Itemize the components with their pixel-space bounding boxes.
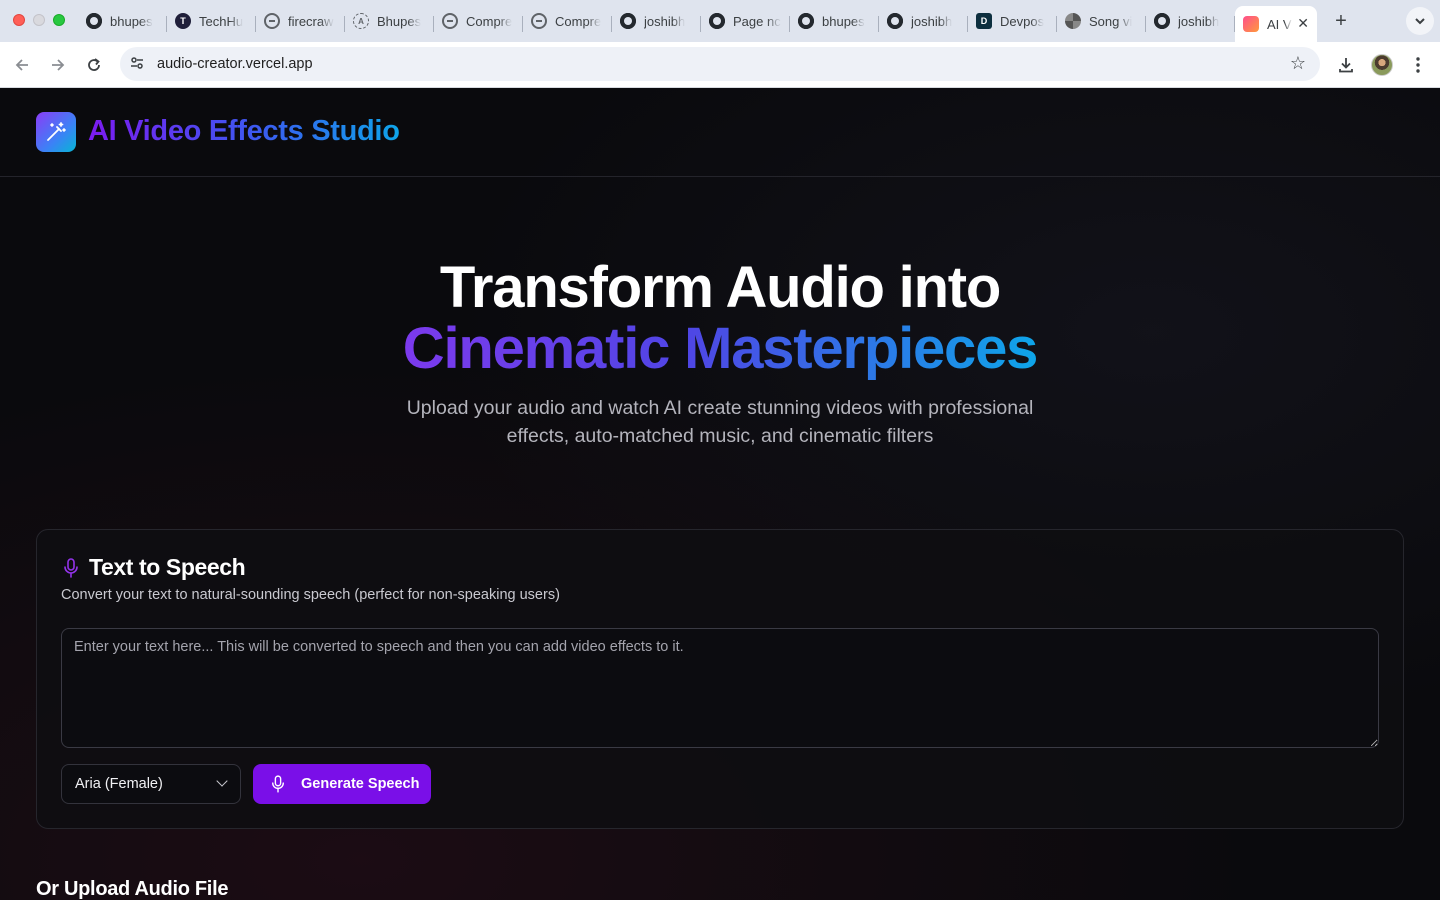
download-icon (1339, 58, 1353, 73)
browser-tab-strip: bhupes T TechHu firecraw A Bhupes Compre C… (0, 0, 1440, 42)
browser-tab[interactable]: bhupes (790, 4, 879, 38)
tab-label: Compre (555, 13, 602, 29)
avatar (1371, 54, 1393, 76)
site-header: AI Video Effects Studio (0, 88, 1440, 177)
browser-tab[interactable]: bhupes (78, 4, 167, 38)
tab-label: Song vi (1089, 13, 1133, 29)
tab-label: Compre (466, 13, 513, 29)
globe-icon (264, 13, 280, 29)
tab-label: bhupes (822, 13, 865, 29)
voice-select[interactable]: Aria (Female) (61, 764, 241, 804)
tab-label: TechHu (199, 13, 244, 29)
text-to-speech-card: Text to Speech Convert your text to natu… (36, 529, 1404, 829)
microphone-icon (272, 775, 284, 793)
tab-label: joshibh (911, 13, 953, 29)
profile-button[interactable] (1368, 51, 1396, 79)
back-button[interactable] (8, 51, 36, 79)
tab-search-button[interactable] (1406, 7, 1434, 35)
browser-tab[interactable]: firecraw (256, 4, 345, 38)
reload-icon (88, 58, 100, 71)
browser-tab[interactable]: D Devpos (968, 4, 1057, 38)
page-content: AI Video Effects Studio Transform Audio … (0, 88, 1440, 900)
tab-label: firecraw (288, 13, 334, 29)
chevron-down-icon (1415, 18, 1425, 25)
github-icon (86, 13, 102, 29)
hero-gradient-text: Cinematic Masterpieces (402, 316, 1039, 381)
globe-icon (442, 13, 458, 29)
globe-icon (531, 13, 547, 29)
site-title[interactable]: AI Video Effects Studio (88, 115, 400, 148)
browser-toolbar: audio-creator.vercel.app ☆ (0, 42, 1440, 88)
browser-tab[interactable]: Compre (523, 4, 612, 38)
reload-button[interactable] (80, 51, 108, 79)
url-text[interactable]: audio-creator.vercel.app (157, 56, 313, 72)
tab-label: Page nc (733, 13, 781, 29)
magic-wand-icon[interactable] (36, 112, 76, 152)
generate-speech-button[interactable]: Generate Speech (253, 764, 431, 804)
tab-label: bhupes (110, 13, 153, 29)
new-tab-button[interactable]: + (1327, 10, 1355, 33)
browser-tab[interactable]: Page nc (701, 4, 790, 38)
browser-tab-active[interactable]: AI V ✕ (1235, 6, 1317, 42)
tab-label: Bhupes (377, 13, 422, 29)
arrow-right-icon (52, 59, 65, 71)
microphone-icon (64, 558, 78, 578)
github-icon (887, 13, 903, 29)
hero-heading-line2: Cinematic Masterpieces (0, 316, 1440, 382)
hero-heading-line1: Transform Audio into (439, 255, 1001, 320)
browser-tab[interactable]: joshibh (1146, 4, 1235, 38)
github-icon (709, 13, 725, 29)
browser-tab[interactable]: Compre (434, 4, 523, 38)
app-favicon-icon (1243, 16, 1259, 32)
hero-subtitle: Upload your audio and watch AI create st… (406, 397, 1034, 447)
browser-tab[interactable]: A Bhupes (345, 4, 434, 38)
address-bar[interactable]: audio-creator.vercel.app ☆ (120, 47, 1320, 81)
github-icon (620, 13, 636, 29)
openai-icon (1065, 13, 1081, 29)
browser-tab[interactable]: joshibh (612, 4, 701, 38)
minimize-window-button[interactable] (33, 14, 45, 26)
loading-icon: A (353, 13, 369, 29)
browser-tab[interactable]: Song vi (1057, 4, 1146, 38)
close-tab-icon[interactable]: ✕ (1297, 15, 1309, 32)
bookmark-star-icon[interactable]: ☆ (1290, 53, 1306, 74)
close-window-button[interactable] (13, 14, 25, 26)
arrow-left-icon (15, 59, 28, 71)
tab-list: bhupes T TechHu firecraw A Bhupes Compre C… (78, 0, 1355, 42)
maximize-window-button[interactable] (53, 14, 65, 26)
browser-tab[interactable]: T TechHu (167, 4, 256, 38)
downloads-button[interactable] (1332, 51, 1360, 79)
tab-label: Devpos (1000, 13, 1045, 29)
upload-audio-heading: Or Upload Audio File (36, 878, 229, 900)
browser-tab[interactable]: joshibh (879, 4, 968, 38)
tab-label: AI V (1267, 16, 1292, 32)
site-settings-icon[interactable] (128, 55, 146, 73)
tts-title: Text to Speech (89, 554, 246, 580)
voice-select-value: Aria (Female) (75, 776, 163, 792)
chevron-down-icon (216, 775, 228, 787)
tab-label: joshibh (1178, 13, 1220, 29)
generate-speech-label: Generate Speech (301, 776, 420, 792)
tts-description: Convert your text to natural-sounding sp… (61, 587, 560, 603)
devpost-icon: D (976, 13, 992, 29)
tab-label: joshibh (644, 13, 686, 29)
more-vertical-icon (1416, 57, 1420, 73)
github-icon (798, 13, 814, 29)
github-icon (1154, 13, 1170, 29)
techhub-icon: T (175, 13, 191, 29)
browser-menu-button[interactable] (1404, 51, 1432, 79)
tts-text-input[interactable] (61, 628, 1379, 748)
forward-button[interactable] (44, 51, 72, 79)
